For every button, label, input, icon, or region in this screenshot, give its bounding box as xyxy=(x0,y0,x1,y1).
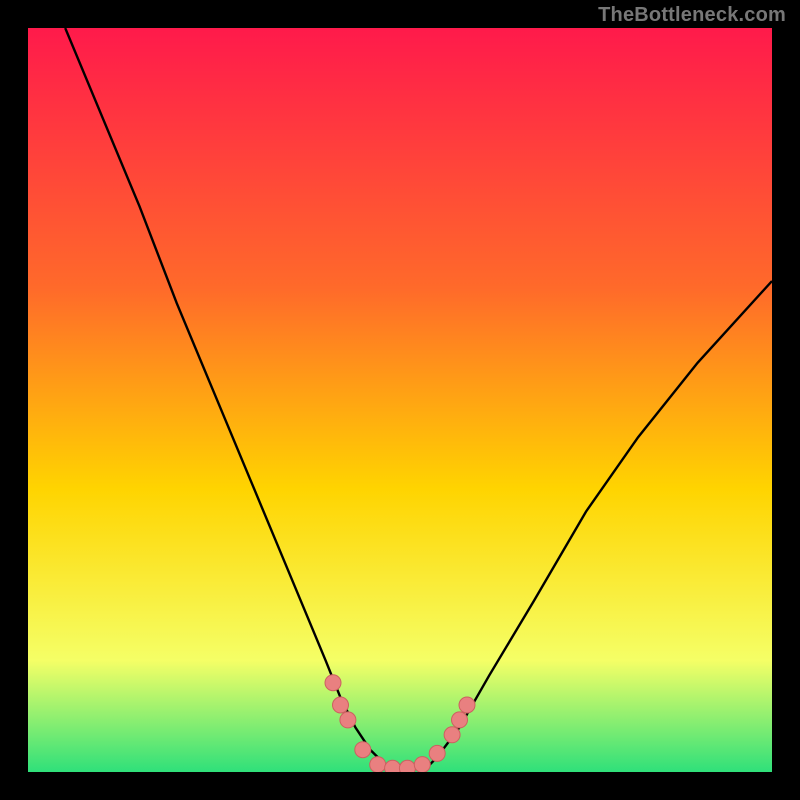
plot-area xyxy=(28,28,772,772)
watermark-label: TheBottleneck.com xyxy=(598,4,786,27)
chart-frame: TheBottleneck.com xyxy=(0,0,800,800)
curve-marker xyxy=(355,742,371,758)
chart-svg xyxy=(28,28,772,772)
curve-marker xyxy=(325,675,341,691)
curve-marker xyxy=(385,760,401,772)
curve-marker xyxy=(414,757,430,772)
curve-marker xyxy=(429,745,445,761)
curve-marker xyxy=(333,697,349,713)
gradient-background xyxy=(28,28,772,772)
curve-marker xyxy=(444,727,460,743)
curve-marker xyxy=(399,760,415,772)
curve-marker xyxy=(459,697,475,713)
curve-marker xyxy=(452,712,468,728)
curve-marker xyxy=(370,757,386,772)
curve-marker xyxy=(340,712,356,728)
